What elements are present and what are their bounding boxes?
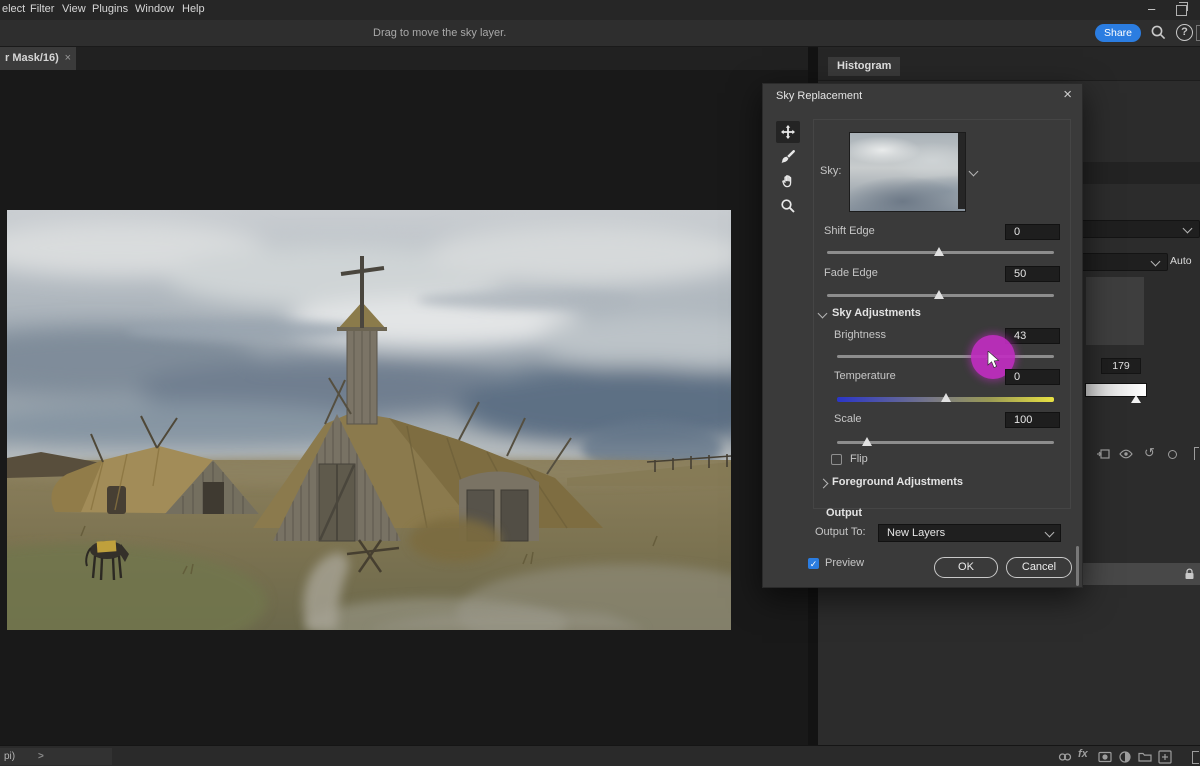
brightness-slider[interactable] <box>837 355 1054 358</box>
restore-window-icon[interactable] <box>1176 5 1187 16</box>
new-layer-icon[interactable] <box>1158 750 1172 764</box>
sky-preview-scrollbar[interactable] <box>958 133 965 209</box>
clip-to-layer-icon[interactable] <box>1096 447 1110 461</box>
minimize-button[interactable]: – <box>1148 1 1155 16</box>
document-tab-label: r Mask/16) <box>5 52 59 64</box>
menu-window[interactable]: Window <box>135 3 174 15</box>
visibility-icon[interactable] <box>1168 450 1177 459</box>
reset-icon[interactable]: ↺ <box>1144 445 1155 461</box>
sky-adjustments-chevron-icon[interactable] <box>818 309 828 319</box>
scale-slider[interactable] <box>837 441 1054 444</box>
output-header: Output <box>826 507 862 519</box>
previous-state-eye-icon[interactable] <box>1119 447 1133 461</box>
status-text: pi) <box>4 751 15 762</box>
cancel-button[interactable]: Cancel <box>1006 557 1072 578</box>
preview-checkbox[interactable]: ✓ <box>808 558 819 569</box>
bottom-bar: pi) > fx <box>0 745 1200 766</box>
preview-label: Preview <box>825 557 864 569</box>
tab-close-icon[interactable]: × <box>65 47 71 70</box>
level-value-input[interactable]: 179 <box>1101 358 1141 374</box>
canvas-area[interactable]: r Mask/16) × <box>0 47 808 745</box>
document-tab-bar: r Mask/16) × <box>0 47 808 70</box>
options-bar: Drag to move the sky layer. Share ? <box>0 20 1200 47</box>
delete-layer-icon-partial[interactable] <box>1192 751 1199 764</box>
lock-icon[interactable] <box>1184 568 1195 580</box>
document-tab[interactable]: r Mask/16) × <box>0 47 76 70</box>
help-icon[interactable]: ? <box>1176 24 1193 41</box>
delete-icon-partial[interactable] <box>1194 447 1199 460</box>
fade-edge-slider-thumb[interactable] <box>934 290 944 299</box>
cursor-pointer <box>987 351 1001 369</box>
dialog-scrollbar[interactable] <box>1076 546 1079 586</box>
temperature-slider[interactable] <box>837 397 1054 402</box>
link-layers-icon[interactable] <box>1058 750 1072 764</box>
menu-help[interactable]: Help <box>182 3 205 15</box>
shift-edge-slider[interactable] <box>827 251 1054 254</box>
output-dropdown-chevron-icon <box>1045 528 1055 538</box>
move-icon <box>780 124 796 140</box>
canvas-photo[interactable] <box>7 210 731 630</box>
output-to-value: New Layers <box>887 527 945 539</box>
move-tool-button[interactable] <box>776 121 800 143</box>
status-chip: pi) > <box>0 748 112 765</box>
temperature-label: Temperature <box>834 370 896 382</box>
fade-edge-label: Fade Edge <box>824 267 878 279</box>
levels-slider-handle[interactable] <box>1131 395 1141 403</box>
ok-button[interactable]: OK <box>934 557 998 578</box>
sky-adjustments-header[interactable]: Sky Adjustments <box>832 307 921 319</box>
photo-scene <box>7 210 731 630</box>
share-button[interactable]: Share <box>1095 24 1141 42</box>
dialog-content: Sky: Shift Edge 0 Fade Edge 50 Sky Adjus… <box>813 119 1071 509</box>
adjustment-layer-icon[interactable] <box>1118 750 1132 764</box>
sky-dropdown-chevron-icon[interactable] <box>969 167 979 177</box>
output-to-dropdown[interactable]: New Layers <box>878 524 1061 542</box>
tool-hint-text: Drag to move the sky layer. <box>373 27 506 39</box>
sky-brush-tool-button[interactable] <box>776 146 800 168</box>
fade-edge-input[interactable]: 50 <box>1005 266 1060 282</box>
layer-mask-icon[interactable] <box>1098 750 1112 764</box>
menu-view[interactable]: View <box>62 3 86 15</box>
auto-button[interactable]: Auto <box>1170 255 1192 267</box>
sky-replacement-dialog: Sky Replacement × Sky: Shift Edge 0 <box>762 83 1083 588</box>
shift-edge-label: Shift Edge <box>824 225 875 237</box>
histogram-display <box>1086 277 1144 345</box>
dialog-title: Sky Replacement <box>776 90 862 102</box>
menu-plugins[interactable]: Plugins <box>92 3 128 15</box>
brush-icon <box>780 149 796 165</box>
menu-filter[interactable]: Filter <box>30 3 54 15</box>
menu-bar: elect Filter View Plugins Window Help – <box>0 0 1200 20</box>
sky-label: Sky: <box>820 165 841 177</box>
panel-toggle-icon[interactable] <box>1196 25 1200 41</box>
shift-edge-slider-thumb[interactable] <box>934 247 944 256</box>
temperature-input[interactable]: 0 <box>1005 369 1060 385</box>
tab-histogram[interactable]: Histogram <box>828 57 900 76</box>
flip-label: Flip <box>850 453 868 465</box>
panel-tab-bar: Histogram <box>818 47 1200 81</box>
new-group-folder-icon[interactable] <box>1138 750 1152 764</box>
menu-select[interactable]: elect <box>2 3 25 15</box>
flip-checkbox[interactable] <box>831 454 842 465</box>
search-icon[interactable] <box>1150 24 1167 41</box>
scale-input[interactable]: 100 <box>1005 412 1060 428</box>
brightness-label: Brightness <box>834 329 886 341</box>
photoshop-app: elect Filter View Plugins Window Help – … <box>0 0 1200 766</box>
brightness-input[interactable]: 43 <box>1005 328 1060 344</box>
foreground-adjustments-chevron-icon[interactable] <box>819 479 829 489</box>
status-menu-chevron[interactable]: > <box>38 751 44 762</box>
zoom-icon <box>780 198 796 214</box>
fade-edge-slider[interactable] <box>827 294 1054 297</box>
hand-icon <box>780 173 796 189</box>
layer-row[interactable] <box>1083 563 1200 585</box>
foreground-adjustments-header[interactable]: Foreground Adjustments <box>832 476 963 488</box>
shift-edge-input[interactable]: 0 <box>1005 224 1060 240</box>
scale-slider-thumb[interactable] <box>862 437 872 446</box>
scale-label: Scale <box>834 413 862 425</box>
hand-tool-button[interactable] <box>776 170 800 192</box>
zoom-tool-button[interactable] <box>776 195 800 217</box>
layer-style-fx-icon[interactable]: fx <box>1078 748 1088 760</box>
sky-preset-dropdown[interactable] <box>849 132 966 212</box>
output-to-label: Output To: <box>815 526 866 538</box>
dialog-close-icon[interactable]: × <box>1063 87 1072 103</box>
temperature-slider-thumb[interactable] <box>941 393 951 402</box>
